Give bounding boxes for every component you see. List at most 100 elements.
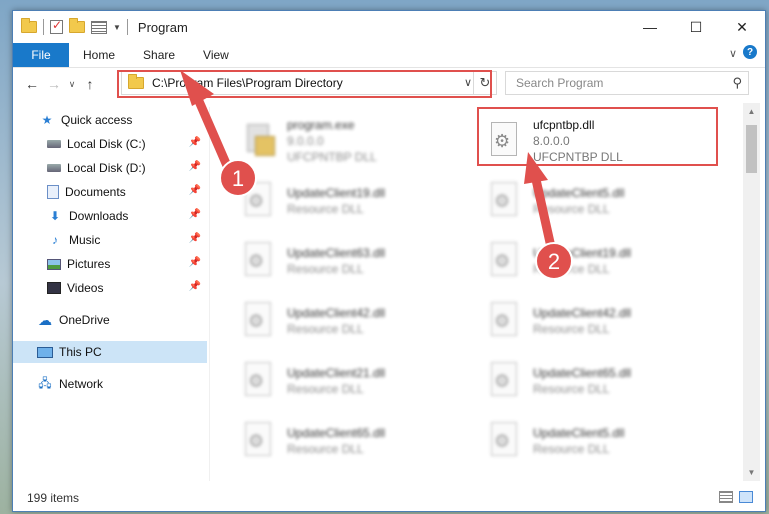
address-path[interactable]: C:\Program Files\Program Directory — [152, 76, 343, 90]
pictures-icon — [47, 258, 61, 270]
properties-icon[interactable] — [91, 20, 107, 34]
forward-arrow-icon[interactable]: → — [43, 76, 65, 92]
customize-toolbar-dropdown-icon[interactable]: ▼ — [113, 23, 121, 32]
sidebar-item-label: Pictures — [67, 257, 111, 271]
file-description: Resource DLL — [533, 262, 610, 276]
details-view-icon[interactable] — [719, 491, 733, 503]
up-arrow-icon[interactable]: ↑ — [79, 76, 101, 92]
sidebar-item-downloads[interactable]: ⬇ Downloads 📌 — [13, 205, 207, 227]
sidebar-item-local-disk-c[interactable]: Local Disk (C:) 📌 — [13, 133, 207, 155]
search-input[interactable] — [514, 75, 718, 91]
scroll-up-icon[interactable]: ▲ — [743, 103, 760, 120]
file-name: UpdateClient42.dll — [287, 306, 386, 320]
status-bar: 199 items — [13, 485, 765, 511]
file-item-program-exe[interactable]: program.exe 9.0.0.0 UFCPNTBP DLL — [235, 113, 465, 169]
pin-icon[interactable]: 📌 — [189, 185, 201, 196]
sidebar-item-videos[interactable]: Videos 📌 — [13, 277, 207, 299]
sidebar-item-label: Quick access — [61, 113, 133, 127]
refresh-icon[interactable]: ↻ — [473, 72, 496, 94]
new-folder-icon[interactable] — [69, 18, 85, 33]
file-name: UpdateClient5.dll — [533, 186, 625, 200]
dll-file-icon: ⚙ — [243, 302, 275, 340]
search-box[interactable]: ⚲ — [505, 71, 749, 95]
file-item[interactable]: ⚙ UpdateClient65.dll Resource DLL — [235, 413, 465, 469]
sidebar-item-network[interactable]: 🖧 Network — [13, 373, 207, 395]
file-list: program.exe 9.0.0.0 UFCPNTBP DLL ⚙ Updat… — [213, 103, 743, 481]
toolbar-separator — [43, 19, 44, 35]
sidebar-item-label: Videos — [67, 281, 104, 295]
scroll-down-icon[interactable]: ▼ — [743, 464, 760, 481]
item-count: 199 items — [27, 491, 80, 505]
search-icon[interactable]: ⚲ — [732, 75, 742, 91]
minimize-button[interactable]: — — [627, 11, 673, 43]
cloud-icon: ☁ — [38, 311, 52, 328]
expand-ribbon-icon[interactable]: ∨ — [729, 47, 737, 60]
file-item[interactable]: ⚙ UpdateClient19.dll Resource DLL — [481, 233, 711, 289]
sidebar-item-documents[interactable]: Documents 📌 — [13, 181, 207, 203]
file-item[interactable]: ⚙ UpdateClient42.dll Resource DLL — [481, 293, 711, 349]
file-item[interactable]: ⚙ UpdateClient5.dll Resource DLL — [481, 413, 711, 469]
window-title: Program — [137, 19, 188, 35]
file-description: Resource DLL — [287, 322, 364, 336]
maximize-button[interactable]: ☐ — [673, 11, 719, 43]
file-item[interactable]: ⚙ UpdateClient63.dll Resource DLL — [235, 233, 465, 289]
sidebar-item-music[interactable]: ♪ Music 📌 — [13, 229, 207, 251]
file-description: Resource DLL — [533, 202, 610, 216]
pin-icon[interactable]: 📌 — [189, 233, 201, 244]
navigation-bar: ← → ∨ ↑ C:\Program Files\Program Directo… — [13, 71, 765, 97]
file-item[interactable]: ⚙ UpdateClient5.dll Resource DLL — [481, 173, 711, 229]
large-icons-view-icon[interactable] — [739, 491, 753, 503]
pin-icon[interactable]: 📌 — [189, 257, 201, 268]
file-description: Resource DLL — [533, 322, 610, 336]
folder-icon[interactable] — [21, 18, 37, 33]
file-item[interactable]: ⚙ UpdateClient19.dll Resource DLL — [235, 173, 465, 229]
tab-home[interactable]: Home — [69, 43, 129, 67]
quick-access-toolbar: ▼ — [21, 18, 128, 35]
file-description: UFCPNTBP DLL — [533, 150, 623, 164]
help-icon[interactable]: ? — [743, 45, 757, 59]
sidebar-item-label: This PC — [59, 345, 102, 359]
file-tab[interactable]: File — [13, 43, 69, 67]
file-name: UpdateClient5.dll — [533, 426, 625, 440]
sidebar-item-onedrive[interactable]: ☁ OneDrive — [13, 309, 207, 331]
properties-check-icon[interactable] — [50, 18, 63, 34]
file-item[interactable]: ⚙ UpdateClient65.dll Resource DLL — [481, 353, 711, 409]
pin-icon[interactable]: 📌 — [189, 137, 201, 148]
file-item-ufcpntbp-dll[interactable]: ⚙ ufcpntbp.dll 8.0.0.0 UFCPNTBP DLL — [481, 113, 711, 169]
pin-icon[interactable]: 📌 — [189, 281, 201, 292]
address-dropdown-icon[interactable]: ∨ — [464, 76, 472, 89]
scrollbar-thumb[interactable] — [746, 125, 757, 173]
dll-file-icon: ⚙ — [489, 122, 521, 160]
pin-icon[interactable]: 📌 — [189, 161, 201, 172]
file-item[interactable]: ⚙ UpdateClient21.dll Resource DLL — [235, 353, 465, 409]
file-name: UpdateClient19.dll — [287, 186, 386, 200]
sidebar-item-this-pc[interactable]: This PC — [13, 341, 207, 363]
explorer-window: ▼ Program — ☐ ✕ File Home Share View ∨ ?… — [12, 10, 766, 512]
dll-file-icon: ⚙ — [243, 242, 275, 280]
file-name: UpdateClient65.dll — [533, 366, 632, 380]
dll-file-icon: ⚙ — [489, 362, 521, 400]
sidebar-item-quick-access[interactable]: ★ Quick access — [13, 109, 207, 131]
pane-divider[interactable] — [209, 107, 210, 481]
file-item[interactable]: ⚙ UpdateClient42.dll Resource DLL — [235, 293, 465, 349]
view-switcher — [719, 491, 753, 503]
dll-file-icon: ⚙ — [243, 422, 275, 460]
sidebar-item-pictures[interactable]: Pictures 📌 — [13, 253, 207, 275]
download-icon: ⬇ — [49, 209, 61, 223]
network-icon: 🖧 — [38, 375, 52, 390]
pin-icon[interactable]: 📌 — [189, 209, 201, 220]
file-name: ufcpntbp.dll — [533, 118, 595, 132]
sidebar-item-label: Music — [69, 233, 101, 247]
star-icon: ★ — [41, 113, 53, 127]
tab-view[interactable]: View — [189, 43, 243, 67]
close-button[interactable]: ✕ — [719, 11, 765, 43]
document-icon — [47, 185, 59, 199]
tab-share[interactable]: Share — [129, 43, 189, 67]
sidebar-item-local-disk-d[interactable]: Local Disk (D:) 📌 — [13, 157, 207, 179]
navigation-pane: ★ Quick access Local Disk (C:) 📌 Local D… — [13, 107, 209, 481]
address-bar[interactable]: C:\Program Files\Program Directory ∨ ↻ — [121, 71, 497, 95]
dll-file-icon: ⚙ — [243, 182, 275, 220]
back-arrow-icon[interactable]: ← — [21, 76, 43, 92]
vertical-scrollbar[interactable]: ▲ ▼ — [743, 103, 760, 481]
recent-locations-dropdown-icon[interactable]: ∨ — [65, 79, 79, 90]
